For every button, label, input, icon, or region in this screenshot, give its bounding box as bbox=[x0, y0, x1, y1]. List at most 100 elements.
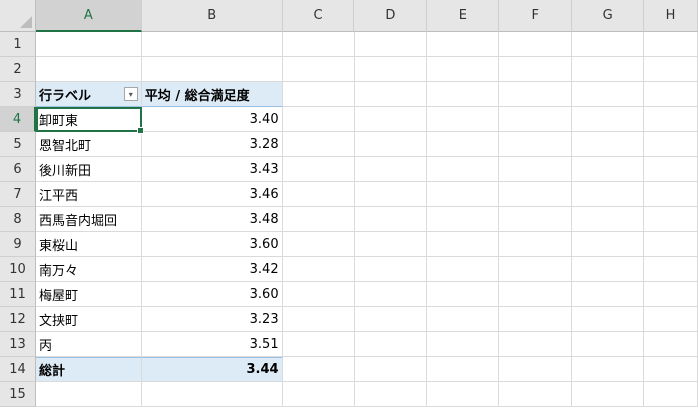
row-header[interactable]: 2 bbox=[0, 57, 36, 82]
cell-d8[interactable] bbox=[354, 207, 428, 232]
cell-h8[interactable] bbox=[644, 207, 698, 232]
cell-d6[interactable] bbox=[354, 157, 428, 182]
cell-d4[interactable] bbox=[354, 107, 428, 132]
cell-g9[interactable] bbox=[572, 232, 645, 257]
cell-b3[interactable]: 平均 / 総合満足度 bbox=[141, 82, 283, 107]
cell-h9[interactable] bbox=[644, 232, 698, 257]
cell-b12[interactable]: 3.23 bbox=[141, 307, 283, 332]
cell-e12[interactable] bbox=[427, 307, 500, 332]
cell-c2[interactable] bbox=[282, 57, 355, 82]
cell-e2[interactable] bbox=[427, 57, 500, 82]
cell-g6[interactable] bbox=[572, 157, 645, 182]
cell-d10[interactable] bbox=[354, 257, 428, 282]
cell-g2[interactable] bbox=[572, 57, 645, 82]
cell-f3[interactable] bbox=[499, 82, 573, 107]
cell-c4[interactable] bbox=[282, 107, 355, 132]
cell-h10[interactable] bbox=[644, 257, 698, 282]
cell-h4[interactable] bbox=[644, 107, 698, 132]
cell-e13[interactable] bbox=[427, 332, 500, 357]
cell-b15[interactable] bbox=[141, 382, 283, 407]
cell-a7[interactable]: 江平西 bbox=[35, 182, 142, 207]
cell-g12[interactable] bbox=[572, 307, 645, 332]
row-header[interactable]: 8 bbox=[0, 207, 36, 232]
cell-c7[interactable] bbox=[282, 182, 355, 207]
cell-f4[interactable] bbox=[499, 107, 573, 132]
cell-h11[interactable] bbox=[644, 282, 698, 307]
cell-d11[interactable] bbox=[354, 282, 428, 307]
cell-f10[interactable] bbox=[499, 257, 573, 282]
cell-h14[interactable] bbox=[644, 357, 698, 382]
cell-d2[interactable] bbox=[354, 57, 428, 82]
cell-d15[interactable] bbox=[354, 382, 428, 407]
cell-f2[interactable] bbox=[499, 57, 573, 82]
column-header-g[interactable]: G bbox=[572, 0, 645, 32]
cell-a4[interactable]: 卸町東 bbox=[35, 107, 142, 132]
cell-b13[interactable]: 3.51 bbox=[141, 332, 283, 357]
cell-h13[interactable] bbox=[644, 332, 698, 357]
cell-a15[interactable] bbox=[35, 382, 142, 407]
cell-c1[interactable] bbox=[282, 32, 355, 57]
cell-g3[interactable] bbox=[572, 82, 645, 107]
cell-g8[interactable] bbox=[572, 207, 645, 232]
cell-e5[interactable] bbox=[427, 132, 500, 157]
cell-c11[interactable] bbox=[282, 282, 355, 307]
cell-a11[interactable]: 梅屋町 bbox=[35, 282, 142, 307]
cell-h7[interactable] bbox=[644, 182, 698, 207]
cell-f8[interactable] bbox=[499, 207, 573, 232]
column-header-a[interactable]: A bbox=[35, 0, 142, 32]
cell-f6[interactable] bbox=[499, 157, 573, 182]
row-header[interactable]: 14 bbox=[0, 357, 36, 382]
column-header-h[interactable]: H bbox=[644, 0, 698, 32]
cell-d9[interactable] bbox=[354, 232, 428, 257]
row-header[interactable]: 7 bbox=[0, 182, 36, 207]
cell-h6[interactable] bbox=[644, 157, 698, 182]
cell-c5[interactable] bbox=[282, 132, 355, 157]
cell-b8[interactable]: 3.48 bbox=[141, 207, 283, 232]
cell-g5[interactable] bbox=[572, 132, 645, 157]
column-header-b[interactable]: B bbox=[141, 0, 283, 32]
column-header-d[interactable]: D bbox=[354, 0, 428, 32]
cell-b6[interactable]: 3.43 bbox=[141, 157, 283, 182]
cell-b10[interactable]: 3.42 bbox=[141, 257, 283, 282]
cell-h2[interactable] bbox=[644, 57, 698, 82]
column-header-c[interactable]: C bbox=[282, 0, 355, 32]
cell-a13[interactable]: 丙 bbox=[35, 332, 142, 357]
cell-g13[interactable] bbox=[572, 332, 645, 357]
cell-e1[interactable] bbox=[427, 32, 500, 57]
cell-f9[interactable] bbox=[499, 232, 573, 257]
cell-g7[interactable] bbox=[572, 182, 645, 207]
cell-e15[interactable] bbox=[427, 382, 500, 407]
cell-b7[interactable]: 3.46 bbox=[141, 182, 283, 207]
column-header-e[interactable]: E bbox=[427, 0, 500, 32]
cell-b11[interactable]: 3.60 bbox=[141, 282, 283, 307]
cell-e3[interactable] bbox=[427, 82, 500, 107]
cell-c9[interactable] bbox=[282, 232, 355, 257]
cell-g4[interactable] bbox=[572, 107, 645, 132]
cell-f14[interactable] bbox=[499, 357, 573, 382]
cell-d14[interactable] bbox=[354, 357, 428, 382]
column-header-f[interactable]: F bbox=[499, 0, 573, 32]
cell-e14[interactable] bbox=[427, 357, 500, 382]
cell-e10[interactable] bbox=[427, 257, 500, 282]
cell-a3[interactable]: 行ラベル ▾ bbox=[35, 82, 142, 107]
row-header[interactable]: 1 bbox=[0, 32, 36, 57]
cell-e4[interactable] bbox=[427, 107, 500, 132]
cell-h12[interactable] bbox=[644, 307, 698, 332]
cell-b2[interactable] bbox=[141, 57, 283, 82]
row-header[interactable]: 4 bbox=[0, 107, 36, 132]
row-header[interactable]: 15 bbox=[0, 382, 36, 407]
row-header[interactable]: 12 bbox=[0, 307, 36, 332]
cell-a10[interactable]: 南万々 bbox=[35, 257, 142, 282]
cell-e7[interactable] bbox=[427, 182, 500, 207]
cell-b9[interactable]: 3.60 bbox=[141, 232, 283, 257]
cell-d13[interactable] bbox=[354, 332, 428, 357]
cell-g11[interactable] bbox=[572, 282, 645, 307]
select-all-corner[interactable] bbox=[0, 0, 36, 32]
cell-a1[interactable] bbox=[35, 32, 142, 57]
cell-b14[interactable]: 3.44 bbox=[141, 357, 283, 382]
cell-e6[interactable] bbox=[427, 157, 500, 182]
cell-g1[interactable] bbox=[572, 32, 645, 57]
cell-b4[interactable]: 3.40 bbox=[141, 107, 283, 132]
cell-d3[interactable] bbox=[354, 82, 428, 107]
cell-a14[interactable]: 総計 bbox=[35, 357, 142, 382]
